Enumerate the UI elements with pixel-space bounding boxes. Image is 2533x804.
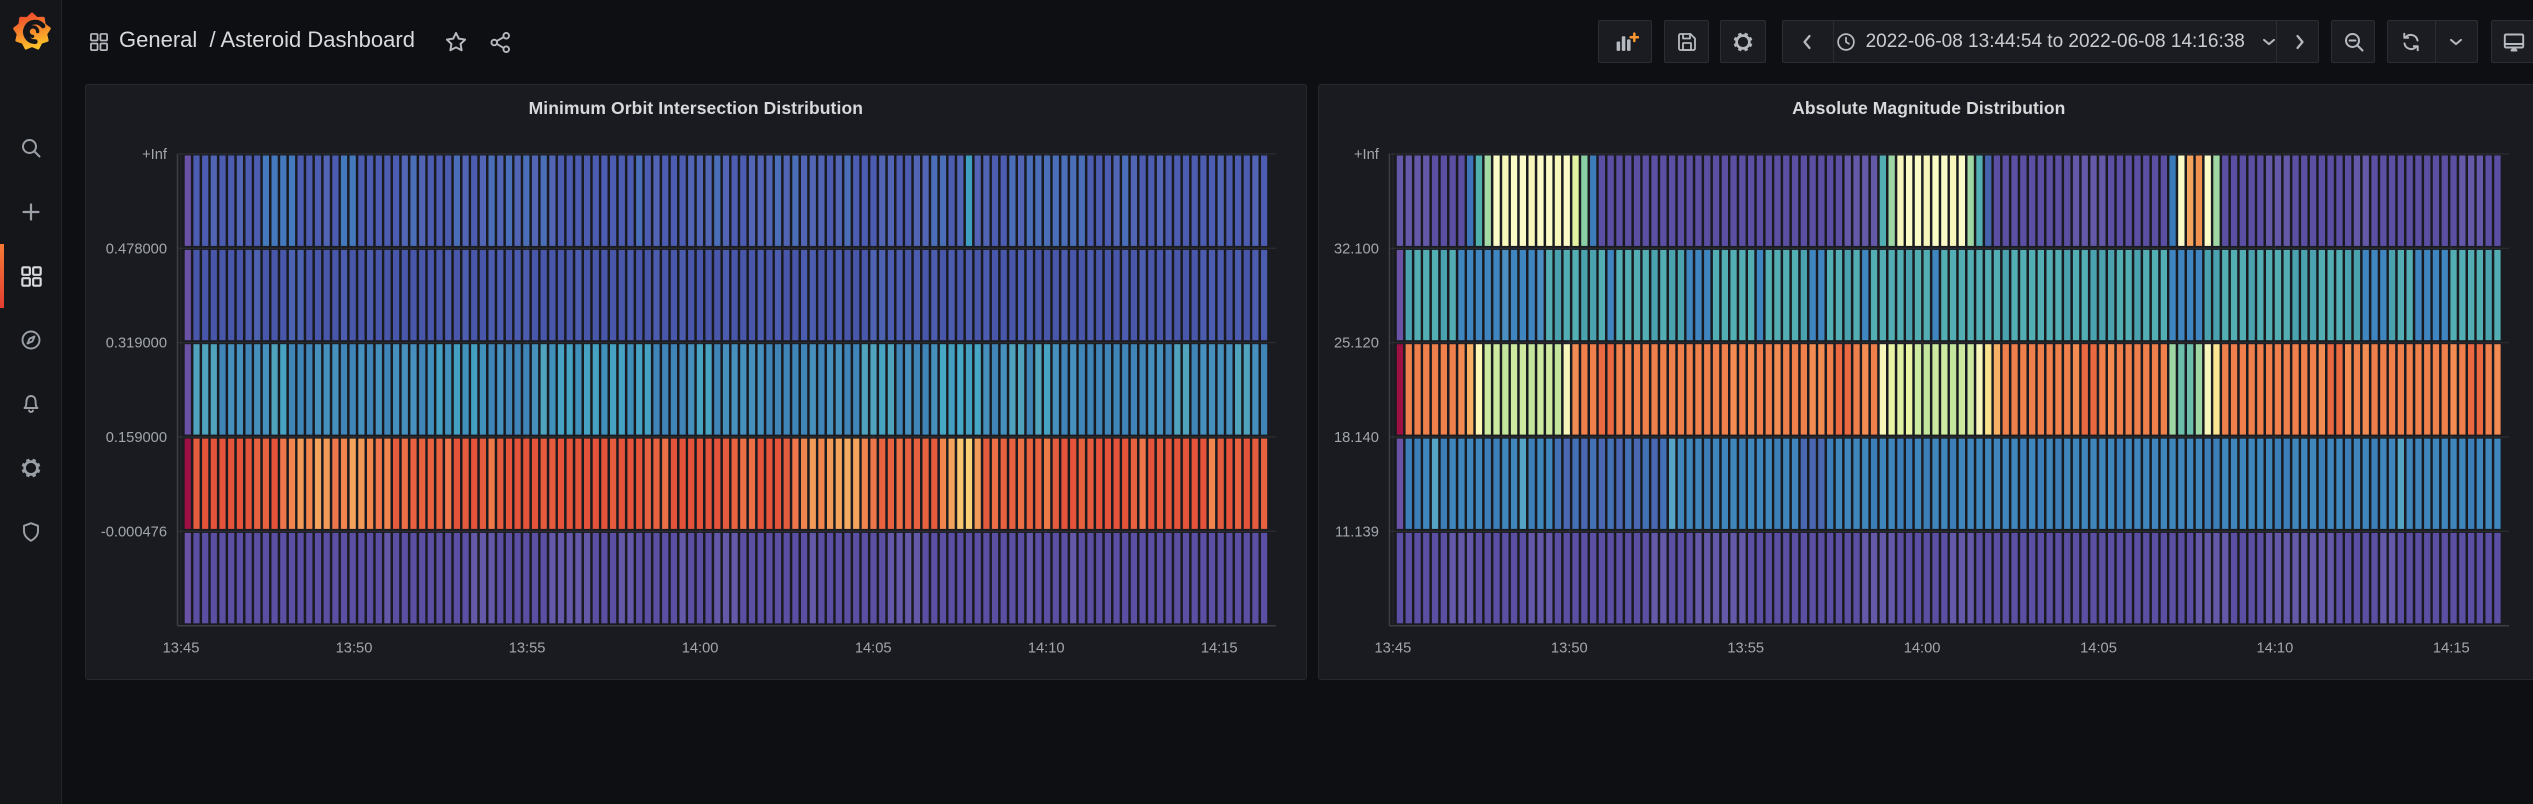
svg-text:14:00: 14:00 — [1904, 641, 1941, 657]
svg-text:25.120: 25.120 — [1334, 336, 1379, 352]
svg-text:13:55: 13:55 — [509, 641, 546, 657]
svg-text:14:10: 14:10 — [2257, 641, 2294, 657]
svg-text:13:45: 13:45 — [1375, 641, 1412, 657]
svg-text:0.159000: 0.159000 — [106, 430, 167, 446]
svg-text:14:10: 14:10 — [1028, 641, 1065, 657]
svg-text:18.140: 18.140 — [1334, 430, 1379, 446]
svg-text:14:05: 14:05 — [2080, 641, 2117, 657]
svg-text:14:15: 14:15 — [1201, 641, 1238, 657]
svg-text:13:50: 13:50 — [336, 641, 373, 657]
svg-text:0.319000: 0.319000 — [106, 336, 167, 352]
svg-text:13:55: 13:55 — [1727, 641, 1764, 657]
svg-text:-0.000476: -0.000476 — [101, 525, 167, 541]
svg-text:14:05: 14:05 — [855, 641, 892, 657]
svg-text:11.139: 11.139 — [1335, 525, 1379, 541]
svg-text:+Inf: +Inf — [142, 147, 168, 163]
svg-text:0.478000: 0.478000 — [106, 242, 167, 258]
svg-text:+Inf: +Inf — [1354, 147, 1380, 163]
svg-text:13:45: 13:45 — [163, 641, 200, 657]
svg-text:14:15: 14:15 — [2433, 641, 2470, 657]
svg-text:13:50: 13:50 — [1551, 641, 1588, 657]
svg-text:14:00: 14:00 — [682, 641, 719, 657]
svg-text:32.100: 32.100 — [1334, 242, 1379, 258]
